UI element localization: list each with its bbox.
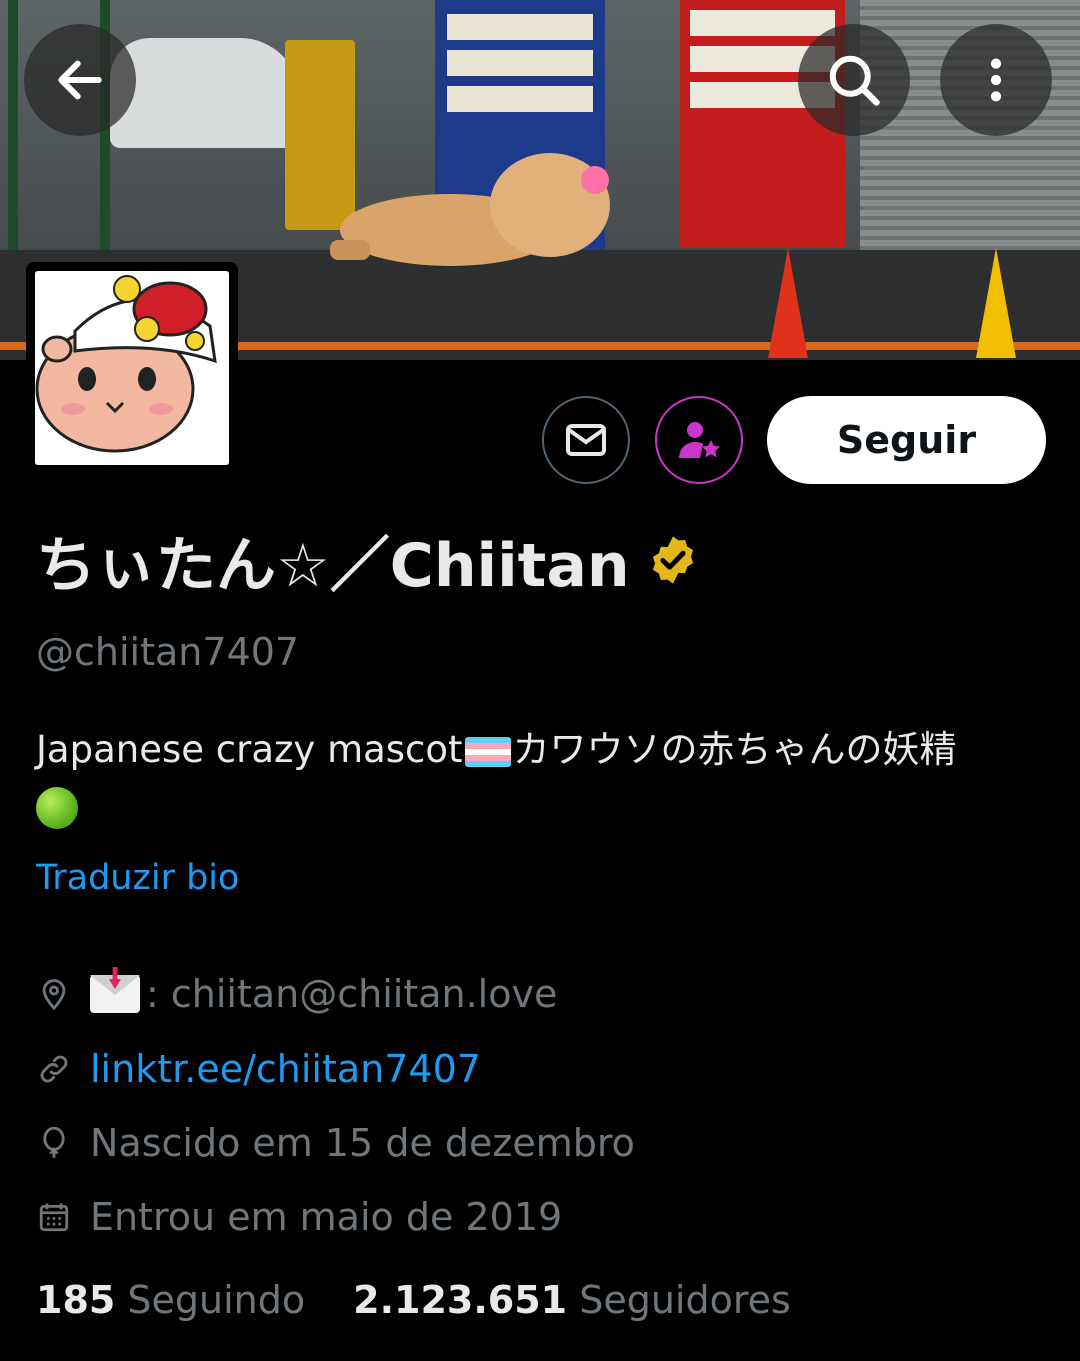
more-vertical-icon <box>990 58 1002 102</box>
banner-mascot <box>330 153 610 266</box>
translate-bio-link[interactable]: Traduzir bio <box>36 858 239 898</box>
followers-label: Seguidores <box>579 1278 791 1322</box>
location-row: : chiitan@chiitan.love <box>36 966 557 1022</box>
more-options-button[interactable] <box>940 24 1052 136</box>
following-label: Seguindo <box>127 1278 306 1322</box>
display-name: ちぃたん☆／Chiitan <box>36 530 630 601</box>
link-icon <box>40 1055 68 1083</box>
birthday-text: Nascido em 15 de dezembro <box>90 1121 635 1165</box>
following-count: 185 <box>36 1278 116 1322</box>
verified-badge-icon[interactable] <box>646 533 700 587</box>
follow-stats: 185 Seguindo 2.123.651 Seguidores <box>36 1278 839 1322</box>
transgender-flag-icon <box>464 736 511 767</box>
banner-car <box>110 38 300 148</box>
profile-name-row: ちぃたん☆／Chiitan <box>36 522 700 601</box>
followers-stat[interactable]: 2.123.651 Seguidores <box>353 1278 791 1322</box>
follow-button[interactable]: Seguir <box>767 396 1046 484</box>
avatar-image <box>35 271 229 465</box>
banner-traffic-cone <box>976 248 1016 358</box>
message-button[interactable] <box>542 396 630 484</box>
search-button[interactable] <box>798 24 910 136</box>
banner-pole <box>8 0 18 250</box>
joined-text: Entrou em maio de 2019 <box>90 1195 563 1239</box>
bio-text-part2: カワウソの赤ちゃんの妖精 <box>512 728 957 771</box>
location-text: : chiitan@chiitan.love <box>146 972 558 1016</box>
calendar-icon <box>39 1203 69 1232</box>
profile-bio: Japanese crazy mascot カワウソの赤ちゃんの妖精 <box>36 722 1046 834</box>
mail-icon <box>566 424 606 456</box>
bio-text-part1: Japanese crazy mascot <box>36 728 463 771</box>
profile-avatar[interactable] <box>26 262 238 472</box>
followers-count: 2.123.651 <box>353 1278 568 1322</box>
website-row: linktr.ee/chiitan7407 <box>36 1041 481 1097</box>
green-apple-icon <box>36 786 78 829</box>
user-star-icon <box>679 422 720 458</box>
website-link[interactable]: linktr.ee/chiitan7407 <box>90 1047 481 1091</box>
profile-handle: @chiitan7407 <box>36 630 300 674</box>
joined-row: Entrou em maio de 2019 <box>36 1189 562 1245</box>
arrow-left-icon <box>58 60 102 100</box>
location-pin-icon <box>42 979 66 1011</box>
subscribe-button[interactable] <box>655 396 743 484</box>
incoming-envelope-icon <box>90 975 140 1013</box>
banner-traffic-cone <box>768 248 808 358</box>
balloon-icon <box>43 1126 65 1158</box>
back-button[interactable] <box>24 24 136 136</box>
birthday-row: Nascido em 15 de dezembro <box>36 1115 635 1171</box>
following-stat[interactable]: 185 Seguindo <box>36 1278 305 1322</box>
search-icon <box>829 55 880 106</box>
